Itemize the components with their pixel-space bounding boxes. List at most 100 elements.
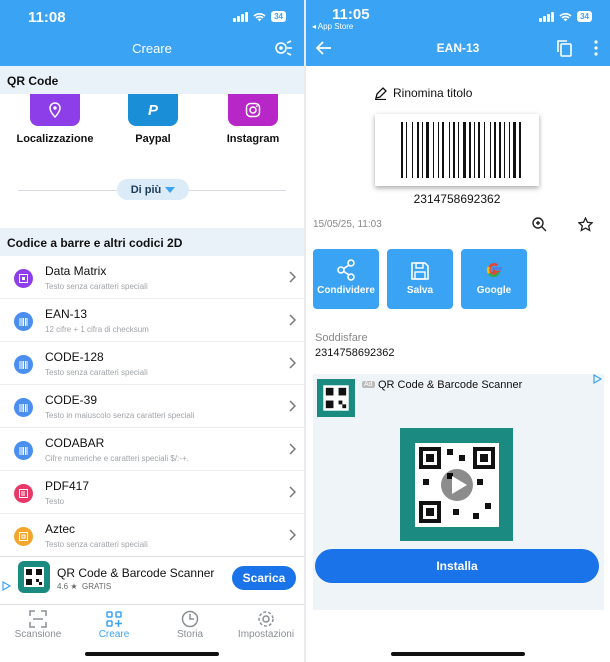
tab-create[interactable]: Creare — [76, 609, 152, 640]
signal-icon — [233, 11, 249, 22]
right-header: 11:05 ◂ App Store 34 EAN-13 — [306, 0, 610, 66]
list-item[interactable]: PDF417 Testo — [0, 471, 304, 514]
qr-card-instagram[interactable]: Instagram — [205, 94, 301, 145]
action-buttons: Condividere Salva Google — [313, 249, 527, 309]
datamatrix-icon — [14, 269, 33, 288]
barcode-number: 2314758692362 — [413, 192, 501, 206]
star-icon[interactable] — [578, 217, 593, 232]
list-item[interactable]: CODE-39 Testo in maiuscolo senza caratte… — [0, 385, 304, 428]
chevron-right-icon — [289, 400, 296, 412]
barcode-section-title: Codice a barre e altri codici 2D — [0, 228, 304, 256]
paypal-icon: P — [128, 94, 178, 126]
install-button[interactable]: Installa — [315, 549, 599, 583]
code-name: CODE-128 — [45, 350, 104, 364]
adchoices-icon[interactable] — [2, 581, 11, 591]
nav-bar: EAN-13 — [306, 32, 610, 66]
left-header: 11:08 34 Creare — [0, 0, 304, 66]
aztec-icon — [14, 527, 33, 546]
tab-label: Scansione — [14, 629, 62, 640]
ad-badge: Ad — [362, 381, 375, 388]
more-button-label: Di più — [130, 183, 162, 196]
barcode-icon — [14, 398, 33, 417]
chevron-right-icon — [289, 357, 296, 369]
barcode-icon — [14, 355, 33, 374]
app-qr-icon — [18, 561, 50, 593]
home-indicator — [85, 652, 219, 656]
code-desc: Testo in maiuscolo senza caratteri speci… — [45, 411, 195, 420]
scan-settings-icon[interactable] — [272, 37, 294, 59]
rename-title-button[interactable]: Rinomina titolo — [374, 86, 472, 100]
code-name: Data Matrix — [45, 264, 107, 278]
status-time: 11:08 — [28, 9, 66, 26]
code-desc: Testo — [45, 497, 65, 506]
wifi-icon — [253, 12, 266, 21]
chevron-right-icon — [289, 529, 296, 541]
code-desc: Testo senza caratteri speciali — [45, 282, 148, 291]
qr-type-grid: Localizzazione P Paypal Instagram — [0, 94, 304, 170]
share-label: Condividere — [317, 285, 375, 296]
qr-code-image — [414, 442, 499, 527]
status-bar: 11:08 34 — [0, 0, 304, 32]
code-name: Aztec — [45, 522, 76, 536]
qr-section-title: QR Code — [0, 66, 304, 94]
location-pin-icon — [30, 94, 80, 126]
status-bar: 11:05 ◂ App Store 34 — [306, 0, 610, 32]
ad-panel[interactable]: Ad QR Code & Barcode Scanner Installa — [313, 374, 604, 610]
share-icon — [313, 249, 379, 281]
tab-history[interactable]: Storia — [152, 609, 228, 640]
more-vertical-icon[interactable] — [594, 40, 598, 56]
code-name: EAN-13 — [45, 307, 88, 321]
pdf417-icon — [14, 484, 33, 503]
ad-app-name: QR Code & Barcode Scanner — [57, 566, 215, 580]
code-name: CODABAR — [45, 436, 105, 450]
more-button[interactable]: Di più — [117, 179, 189, 200]
code-desc: Testo senza caratteri speciali — [45, 540, 148, 549]
download-button[interactable]: Scarica — [232, 566, 296, 590]
tab-bar: Scansione Creare Storia Impostazioni — [0, 604, 304, 662]
code-desc: Cifre numeriche e caratteri speciali $/:… — [45, 454, 189, 463]
list-item[interactable]: Aztec Testo senza caratteri speciali — [0, 514, 304, 557]
list-item[interactable]: Data Matrix Testo senza caratteri specia… — [0, 256, 304, 299]
caret-down-icon — [165, 186, 176, 193]
share-button[interactable]: Condividere — [313, 249, 379, 309]
pencil-icon — [375, 86, 387, 100]
tab-scan[interactable]: Scansione — [0, 609, 76, 640]
save-label: Salva — [406, 285, 434, 296]
nav-bar: Creare — [0, 32, 304, 66]
qr-card-paypal[interactable]: P Paypal — [105, 94, 201, 145]
chevron-right-icon — [289, 314, 296, 326]
barcode-icon — [14, 312, 33, 331]
adchoices-icon[interactable] — [593, 374, 602, 384]
ad-video-thumbnail[interactable] — [400, 428, 513, 541]
list-item[interactable]: EAN-13 12 cifre + 1 cifra di checksum — [0, 299, 304, 342]
list-item[interactable]: CODE-128 Testo senza caratteri speciali — [0, 342, 304, 385]
code-name: CODE-39 — [45, 393, 98, 407]
clock-icon — [152, 609, 228, 629]
copy-icon[interactable] — [557, 40, 572, 57]
chevron-right-icon — [289, 486, 296, 498]
back-to-app-store[interactable]: ◂ App Store — [312, 22, 353, 31]
ad-banner[interactable]: QR Code & Barcode Scanner 4.6 ★ GRATIS S… — [0, 556, 304, 604]
zoom-in-icon[interactable] — [532, 217, 547, 232]
tab-label: Impostazioni — [237, 629, 295, 640]
battery-icon: 34 — [271, 11, 286, 22]
save-button[interactable]: Salva — [387, 249, 453, 309]
wifi-icon — [559, 12, 572, 21]
code-desc: 12 cifre + 1 cifra di checksum — [45, 325, 149, 334]
chevron-right-icon — [289, 443, 296, 455]
tab-settings[interactable]: Impostazioni — [228, 609, 304, 640]
ad-app-name: QR Code & Barcode Scanner — [378, 379, 523, 391]
list-item[interactable]: CODABAR Cifre numeriche e caratteri spec… — [0, 428, 304, 471]
google-label: Google — [476, 285, 512, 296]
qr-card-label: Paypal — [135, 133, 171, 145]
qr-card-location[interactable]: Localizzazione — [7, 94, 103, 145]
content-value: 2314758692362 — [315, 347, 395, 359]
create-screen: 11:08 34 Creare QR Code Localizzazione P… — [0, 0, 304, 662]
code-name: PDF417 — [45, 479, 90, 493]
qr-card-label: Localizzazione — [16, 133, 94, 145]
barcode-image — [375, 114, 539, 186]
barcode-detail-screen: 11:05 ◂ App Store 34 EAN-13 Rinomina tit… — [306, 0, 610, 662]
google-button[interactable]: Google — [461, 249, 527, 309]
create-grid-icon — [76, 609, 152, 629]
battery-icon: 34 — [577, 11, 592, 22]
